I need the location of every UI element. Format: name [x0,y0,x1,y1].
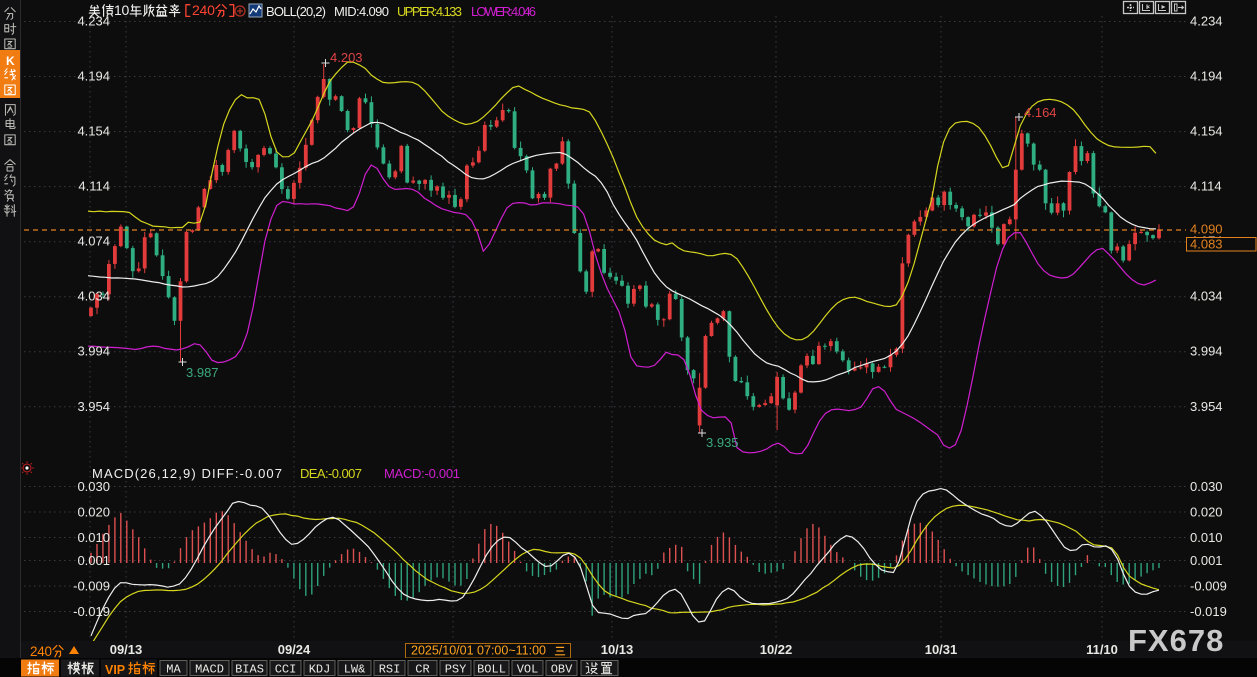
svg-text:3.954: 3.954 [1190,399,1223,414]
svg-text:UPPER:4.133: UPPER:4.133 [397,4,462,19]
svg-text:CCI: CCI [275,663,297,677]
svg-text:0: 0 [45,644,53,659]
svg-text:K: K [6,54,15,68]
svg-text:CR: CR [415,663,429,677]
svg-text:3.994: 3.994 [77,344,110,359]
svg-text:10/22: 10/22 [760,642,793,657]
svg-text:0.001: 0.001 [1190,553,1223,568]
svg-text:MID:4.090: MID:4.090 [334,4,389,19]
svg-text:3.987: 3.987 [186,365,219,380]
svg-text:RSI: RSI [379,663,401,677]
svg-text:4.034: 4.034 [1190,289,1223,304]
svg-text:0: 0 [122,2,130,18]
svg-text:4.154: 4.154 [1190,124,1223,139]
svg-text:4.154: 4.154 [77,124,110,139]
svg-text:PSY: PSY [445,663,467,677]
svg-text:09/13: 09/13 [110,642,143,657]
svg-text:10/31: 10/31 [925,642,958,657]
svg-text:VOL: VOL [517,663,539,677]
svg-text:0.001: 0.001 [77,553,110,568]
svg-text:4.194: 4.194 [77,69,110,84]
svg-text:LOWER:4.046: LOWER:4.046 [471,4,536,19]
svg-text:4.083: 4.083 [1190,237,1223,252]
svg-text:4.114: 4.114 [78,179,110,194]
svg-text:4.074: 4.074 [77,234,110,249]
svg-text:0: 0 [207,2,215,18]
svg-text:3.935: 3.935 [706,435,739,450]
svg-text:MACD: MACD [195,663,224,677]
svg-text:0.020: 0.020 [77,505,110,520]
svg-text:4.034: 4.034 [77,289,110,304]
svg-text:11/10: 11/10 [1086,642,1118,657]
svg-text:MACD:-0.001: MACD:-0.001 [384,466,460,481]
svg-text:4.203: 4.203 [330,50,363,65]
svg-text:0.010: 0.010 [1190,530,1223,545]
svg-text:4.194: 4.194 [1190,69,1223,84]
svg-text:10/13: 10/13 [601,642,634,657]
svg-text:MACD(26,12,9) DIFF:-0.007: MACD(26,12,9) DIFF:-0.007 [92,466,282,481]
svg-text:0.030: 0.030 [1190,479,1223,494]
svg-text:09/24: 09/24 [278,642,311,657]
svg-text:BOLL(20,2): BOLL(20,2) [266,4,326,19]
svg-text:OBV: OBV [551,663,573,677]
svg-text:BOLL: BOLL [477,663,506,677]
svg-text:BIAS: BIAS [235,663,264,677]
svg-text:4.090: 4.090 [1190,222,1223,237]
svg-text:-0.009: -0.009 [1190,579,1227,594]
svg-text:VIP: VIP [105,663,125,677]
svg-text:-0.019: -0.019 [73,604,110,619]
svg-text:-0.009: -0.009 [73,579,110,594]
svg-text:2025/10/01 07:00~11:00: 2025/10/01 07:00~11:00 [411,644,546,658]
svg-text:0.010: 0.010 [77,530,110,545]
svg-text:4.164: 4.164 [1024,105,1057,120]
svg-text:0.030: 0.030 [77,479,110,494]
svg-text:0.020: 0.020 [1190,505,1223,520]
svg-text:FX678: FX678 [1128,623,1224,658]
svg-text:4.234: 4.234 [1190,14,1223,29]
svg-text:LW&: LW& [344,663,366,677]
svg-text:-0.019: -0.019 [1190,604,1227,619]
svg-text:3.994: 3.994 [1190,344,1223,359]
svg-text:DEA:-0.007: DEA:-0.007 [300,466,362,481]
svg-text:3.954: 3.954 [77,399,110,414]
svg-text:4.114: 4.114 [1190,179,1222,194]
svg-text:MA: MA [166,663,181,677]
svg-text:KDJ: KDJ [309,663,331,677]
svg-text:4.234: 4.234 [77,14,110,29]
